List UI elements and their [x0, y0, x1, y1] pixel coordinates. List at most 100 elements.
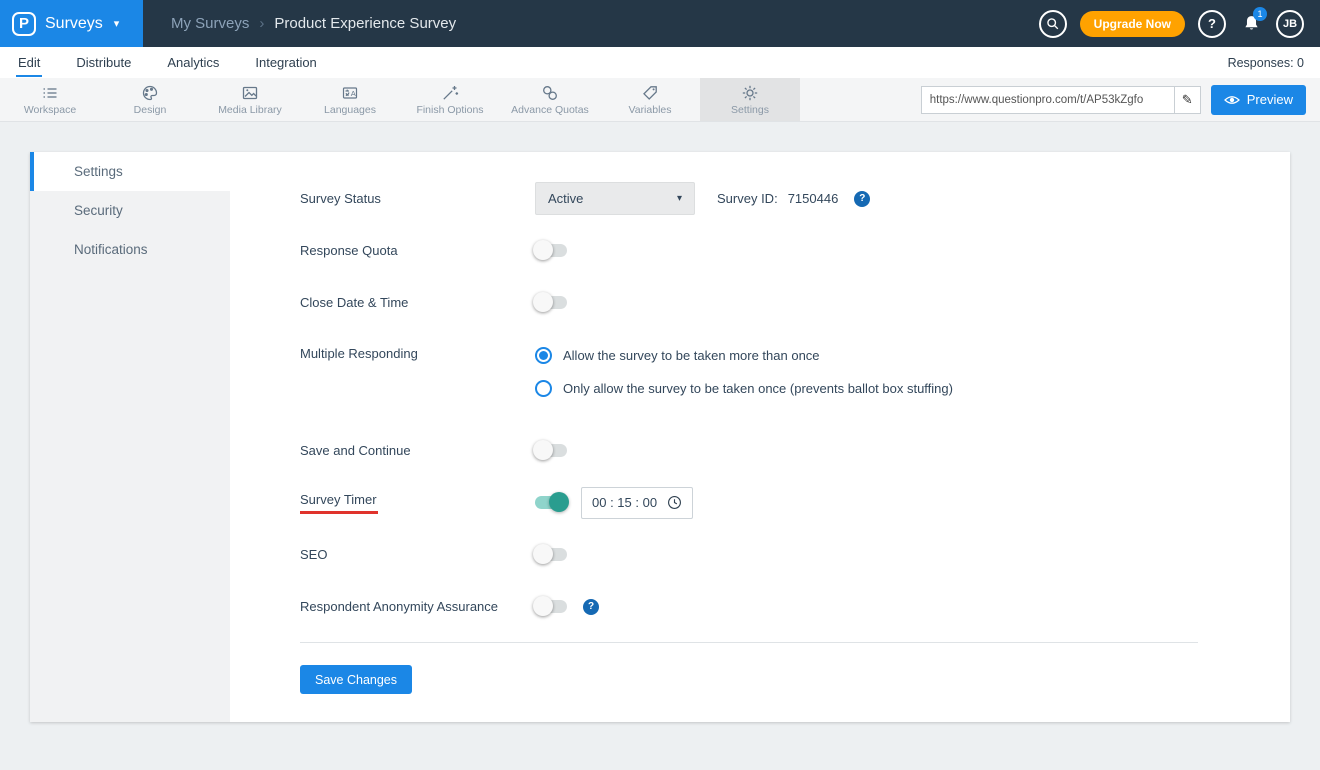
- toolbar-item-label: Advance Quotas: [511, 104, 589, 116]
- notification-count-badge: 1: [1253, 6, 1267, 21]
- close-date-row: Close Date & Time: [300, 286, 1198, 319]
- upgrade-now-button[interactable]: Upgrade Now: [1079, 10, 1185, 37]
- edit-url-icon[interactable]: ✎: [1173, 86, 1200, 113]
- topbar: P Surveys ▾ My Surveys › Product Experie…: [0, 0, 1320, 47]
- anonymity-help-icon[interactable]: ?: [583, 598, 599, 615]
- toolbar-item-label: Design: [133, 104, 167, 116]
- close-date-toggle[interactable]: [533, 292, 567, 312]
- search-button[interactable]: [1038, 9, 1067, 38]
- save-continue-label: Save and Continue: [300, 443, 411, 458]
- anonymity-toggle[interactable]: [533, 596, 567, 616]
- survey-timer-toggle[interactable]: [535, 492, 569, 512]
- save-continue-toggle[interactable]: [533, 440, 567, 460]
- app-switcher[interactable]: P Surveys ▾: [0, 0, 143, 47]
- toolbar-item-variables[interactable]: Variables: [600, 78, 700, 121]
- response-quota-toggle[interactable]: [533, 240, 567, 260]
- toolbar-item-label: Variables: [628, 104, 672, 116]
- tab-distribute[interactable]: Distribute: [74, 49, 133, 77]
- survey-timer-red-underline: [300, 510, 378, 514]
- save-changes-button[interactable]: Save Changes: [300, 665, 413, 694]
- toolbar-item-label: Media Library: [218, 104, 282, 116]
- save-continue-row: Save and Continue: [300, 434, 1198, 467]
- multiple-responding-options: Allow the survey to be taken more than o…: [535, 338, 953, 410]
- radio-label: Allow the survey to be taken more than o…: [563, 348, 820, 363]
- toggle-knob: [533, 440, 553, 460]
- toolbar-item-finish-options[interactable]: Finish Options: [400, 78, 500, 121]
- breadcrumb: My Surveys › Product Experience Survey: [171, 15, 456, 32]
- anonymity-label: Respondent Anonymity Assurance: [300, 599, 499, 614]
- toggle-knob: [533, 596, 553, 616]
- survey-id-label: Survey ID:: [717, 191, 778, 206]
- radio-only-once[interactable]: Only allow the survey to be taken once (…: [535, 377, 953, 400]
- toolbar-item-advance-quotas[interactable]: Advance Quotas: [500, 78, 600, 121]
- survey-status-select[interactable]: Active ▾: [535, 182, 695, 215]
- image-icon: [241, 83, 259, 102]
- anonymity-row: Respondent Anonymity Assurance ?: [300, 590, 1198, 623]
- avatar-initials: JB: [1282, 17, 1298, 30]
- toolbar-item-media-library[interactable]: Media Library: [200, 78, 300, 121]
- main-nav: Edit Distribute Analytics Integration Re…: [0, 47, 1320, 78]
- preview-button-label: Preview: [1246, 92, 1293, 107]
- radio-allow-multiple[interactable]: Allow the survey to be taken more than o…: [535, 344, 953, 367]
- survey-status-label: Survey Status: [300, 191, 381, 206]
- survey-id-help-icon[interactable]: ?: [854, 190, 871, 207]
- survey-timer-row: Survey Timer 00 : 15 : 00: [300, 486, 1198, 519]
- survey-title: Product Experience Survey: [274, 15, 457, 32]
- survey-url-input[interactable]: https://www.questionpro.com/t/AP53kZgfo: [922, 87, 1174, 113]
- chevron-down-icon: ▾: [676, 193, 682, 204]
- toggle-knob: [533, 544, 553, 564]
- topbar-actions: Upgrade Now ? 1 JB: [1038, 6, 1320, 38]
- sidebar-item-settings[interactable]: Settings: [30, 152, 230, 191]
- survey-timer-input[interactable]: 00 : 15 : 00: [581, 486, 694, 519]
- settings-sidebar: Settings Security Notifications: [30, 152, 230, 722]
- breadcrumb-my-surveys[interactable]: My Surveys: [171, 15, 249, 32]
- toolbar-item-workspace[interactable]: Workspace: [0, 78, 100, 121]
- workspace-icon: [41, 83, 59, 102]
- question-mark-icon: ?: [1208, 16, 1216, 31]
- toggle-knob: [533, 240, 553, 260]
- tab-analytics[interactable]: Analytics: [165, 49, 221, 77]
- help-button[interactable]: ?: [1198, 9, 1226, 38]
- survey-timer-value: 00 : 15 : 00: [592, 495, 658, 510]
- seo-toggle[interactable]: [533, 544, 567, 564]
- settings-form: Survey Status Active ▾ Survey ID: 715044…: [230, 152, 1290, 722]
- gear-icon: [741, 83, 759, 102]
- multiple-responding-label: Multiple Responding: [300, 346, 418, 361]
- translate-icon: A: [341, 83, 359, 102]
- edit-toolbar: Workspace Design Media Library A Languag…: [0, 78, 1320, 122]
- avatar[interactable]: JB: [1276, 9, 1304, 38]
- notifications-button[interactable]: 1: [1239, 6, 1267, 36]
- multiple-responding-row: Multiple Responding Allow the survey to …: [300, 338, 1198, 410]
- svg-text:A: A: [351, 89, 356, 98]
- survey-id-value: 7150446: [787, 191, 839, 206]
- tab-edit[interactable]: Edit: [16, 49, 43, 77]
- survey-timer-label-wrap: Survey Timer: [300, 492, 535, 514]
- radio-button-icon: [535, 347, 552, 364]
- seo-label: SEO: [300, 547, 328, 562]
- response-quota-label: Response Quota: [300, 243, 398, 258]
- product-name: Surveys: [45, 14, 103, 32]
- close-date-label: Close Date & Time: [300, 295, 409, 310]
- tab-integration[interactable]: Integration: [253, 49, 318, 77]
- response-quota-row: Response Quota: [300, 234, 1198, 267]
- toolbar-item-settings[interactable]: Settings: [700, 78, 800, 121]
- preview-button[interactable]: Preview: [1210, 84, 1306, 115]
- seo-row: SEO: [300, 538, 1198, 571]
- radio-button-icon: [535, 380, 552, 397]
- sidebar-item-security[interactable]: Security: [30, 191, 230, 230]
- survey-url-field: https://www.questionpro.com/t/AP53kZgfo …: [920, 85, 1201, 114]
- toggle-knob: [533, 292, 553, 312]
- toolbar-item-languages[interactable]: A Languages: [300, 78, 400, 121]
- survey-timer-label: Survey Timer: [300, 491, 377, 507]
- toggle-knob: [549, 492, 569, 512]
- questionpro-logo-icon: P: [12, 11, 36, 36]
- chain-links-icon: [541, 83, 559, 102]
- toolbar-item-label: Settings: [731, 104, 769, 116]
- toolbar-item-label: Workspace: [23, 104, 77, 116]
- clock-icon: [668, 496, 682, 509]
- search-icon: [1046, 17, 1058, 29]
- sidebar-item-notifications[interactable]: Notifications: [30, 230, 230, 269]
- toolbar-item-design[interactable]: Design: [100, 78, 200, 121]
- toolbar-item-label: Finish Options: [416, 104, 484, 116]
- palette-icon: [141, 83, 159, 102]
